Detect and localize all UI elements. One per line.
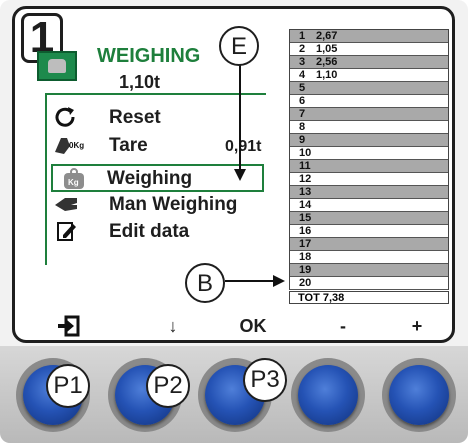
exit-icon xyxy=(56,315,82,340)
arrow-e-head xyxy=(234,169,246,181)
softkey-minus[interactable]: - xyxy=(313,310,373,340)
annotation-b: B xyxy=(185,263,225,303)
softkey-bar: ↓ OK - + xyxy=(37,310,452,340)
softkey-exit[interactable] xyxy=(39,310,99,340)
key-p4[interactable] xyxy=(298,365,358,425)
display-screen: 1 WEIGHING 1,10t Reset 0Kg Tare 0,91t Kg… xyxy=(12,6,455,343)
annotation-e: E xyxy=(219,26,259,66)
device-panel: 1 WEIGHING 1,10t Reset 0Kg Tare 0,91t Kg… xyxy=(0,0,468,443)
key-p5[interactable] xyxy=(389,365,449,425)
arrow-b-head xyxy=(273,275,285,287)
softkey-down[interactable]: ↓ xyxy=(143,310,203,340)
label-p2: P2 xyxy=(146,364,190,408)
label-p1: P1 xyxy=(46,364,90,408)
label-p3: P3 xyxy=(243,358,287,402)
softkey-ok[interactable]: OK xyxy=(223,310,283,340)
softkey-plus[interactable]: + xyxy=(387,310,447,340)
